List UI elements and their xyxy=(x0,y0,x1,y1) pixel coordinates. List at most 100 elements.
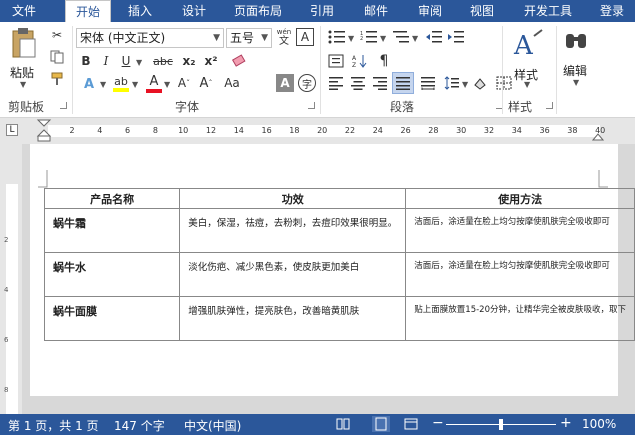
table-row: 蜗牛霜 美白，保湿，祛痘，去粉刺，去痘印效果很明显。 洁面后，涂适量在脸上均匀按… xyxy=(43,208,635,253)
tab-mailings[interactable]: 邮件 xyxy=(356,0,396,22)
underline-button[interactable]: U xyxy=(118,52,134,70)
text-effect-icon[interactable]: A xyxy=(78,74,100,94)
ruler-mark: 38 xyxy=(567,126,578,135)
justify-icon[interactable] xyxy=(392,72,414,94)
styles-launcher-icon[interactable] xyxy=(546,102,553,109)
grow-font-icon[interactable]: Aˆ xyxy=(198,74,214,92)
ruler-mark: 32 xyxy=(483,126,495,135)
tab-view[interactable]: 视图 xyxy=(462,0,502,22)
paste-icon[interactable] xyxy=(8,26,40,62)
zoom-in-button[interactable]: + xyxy=(560,415,572,431)
zoom-out-button[interactable]: − xyxy=(432,415,444,431)
zoom-slider-thumb[interactable] xyxy=(499,419,503,430)
increase-indent-icon[interactable] xyxy=(446,28,466,46)
tab-insert[interactable]: 插入 xyxy=(120,0,160,22)
clear-format-icon[interactable] xyxy=(230,52,248,70)
tab-review[interactable]: 审阅 xyxy=(410,0,450,22)
char-border-icon[interactable]: A xyxy=(296,28,314,46)
phonetic-guide-icon[interactable]: wén 文 xyxy=(275,26,293,48)
font-color-dropdown-icon[interactable]: ▼ xyxy=(164,80,170,89)
underline-dropdown-icon[interactable]: ▼ xyxy=(136,58,142,67)
table-cell[interactable]: 淡化伤疤、减少黑色素，使皮肤更加美白 xyxy=(179,252,407,297)
paste-button[interactable]: 粘贴 xyxy=(10,64,34,81)
styles-dropdown-icon[interactable]: ▼ xyxy=(524,80,530,89)
copy-icon[interactable] xyxy=(48,48,66,66)
language-status[interactable]: 中文(中国) xyxy=(184,417,241,434)
indent-marker-icon[interactable] xyxy=(36,118,52,144)
superscript-button[interactable]: x² xyxy=(202,52,220,70)
align-center-icon[interactable] xyxy=(348,74,368,92)
highlight-icon[interactable]: ab xyxy=(110,72,132,94)
header-usage[interactable]: 使用方法 xyxy=(405,188,635,209)
show-marks-icon[interactable]: ¶ xyxy=(374,52,394,70)
table-cell[interactable]: 增强肌肤弹性，提亮肤色，改善暗黄肌肤 xyxy=(179,296,407,341)
tab-signin[interactable]: 登录 xyxy=(592,0,632,22)
multilevel-dropdown-icon[interactable]: ▼ xyxy=(412,34,418,43)
page-count[interactable]: 第 1 页，共 1 页 xyxy=(8,417,99,434)
bold-button[interactable]: B xyxy=(78,52,94,70)
ruler-mark: 24 xyxy=(372,126,383,135)
zoom-level[interactable]: 100% xyxy=(582,417,616,431)
line-spacing-icon[interactable] xyxy=(442,74,462,92)
web-layout-icon[interactable] xyxy=(404,417,418,431)
table-cell[interactable]: 洁面后，涂适量在脸上均匀按摩使肌肤完全吸收即可 xyxy=(405,208,635,253)
tab-design[interactable]: 设计 xyxy=(174,0,214,22)
binoculars-icon[interactable] xyxy=(562,26,590,54)
table-cell[interactable]: 蜗牛水 xyxy=(43,252,181,297)
font-launcher-icon[interactable] xyxy=(308,102,315,109)
print-layout-icon[interactable] xyxy=(372,416,390,432)
word-count[interactable]: 147 个字 xyxy=(114,417,165,434)
header-product-name[interactable]: 产品名称 xyxy=(43,188,181,209)
multilevel-list-icon[interactable] xyxy=(390,28,412,46)
table-cell[interactable]: 蜗牛霜 xyxy=(43,208,181,253)
bullets-dropdown-icon[interactable]: ▼ xyxy=(348,34,354,43)
format-painter-icon[interactable] xyxy=(48,70,66,88)
clipboard-launcher-icon[interactable] xyxy=(60,102,67,109)
chinese-layout-icon[interactable] xyxy=(326,52,346,70)
editing-button[interactable]: 编辑 xyxy=(563,62,587,79)
enclose-char-icon[interactable]: 字 xyxy=(298,74,316,92)
numbering-icon[interactable]: 12 xyxy=(358,28,380,46)
bullets-icon[interactable] xyxy=(326,28,348,46)
table-cell[interactable]: 美白，保湿，祛痘，去粉刺，去痘印效果很明显。 xyxy=(179,208,407,253)
subscript-button[interactable]: x₂ xyxy=(180,52,198,70)
paste-dropdown-icon[interactable]: ▼ xyxy=(20,80,26,89)
tab-stop-selector-icon[interactable]: L xyxy=(6,124,18,136)
strikethrough-button[interactable]: abc xyxy=(150,52,176,70)
numbering-dropdown-icon[interactable]: ▼ xyxy=(380,34,386,43)
align-left-icon[interactable] xyxy=(326,74,346,92)
char-shading-icon[interactable]: A xyxy=(276,74,294,92)
product-table[interactable]: 产品名称 功效 使用方法 蜗牛霜 美白，保湿，祛痘，去粉刺，去痘印效果很明显。 … xyxy=(43,188,635,341)
text-effect-dropdown-icon[interactable]: ▼ xyxy=(100,80,106,89)
align-right-icon[interactable] xyxy=(370,74,390,92)
sort-icon[interactable]: AZ xyxy=(350,52,370,70)
shrink-font-icon[interactable]: Aˇ xyxy=(176,74,192,92)
highlight-dropdown-icon[interactable]: ▼ xyxy=(132,80,138,89)
table-cell[interactable]: 洁面后，涂适量在脸上均匀按摩使肌肤完全吸收即可 xyxy=(405,252,635,297)
tab-references[interactable]: 引用 xyxy=(302,0,342,22)
distributed-icon[interactable] xyxy=(418,74,438,92)
shading-icon[interactable] xyxy=(470,74,490,92)
decrease-indent-icon[interactable] xyxy=(424,28,444,46)
cut-icon[interactable]: ✂ xyxy=(48,26,66,44)
borders-icon[interactable] xyxy=(494,74,514,92)
font-name-select[interactable]: 宋体 (中文正文) ▼ xyxy=(76,28,224,48)
header-effect[interactable]: 功效 xyxy=(179,188,407,209)
styles-icon[interactable]: A xyxy=(510,26,546,62)
read-mode-icon[interactable] xyxy=(336,417,350,431)
tab-file[interactable]: 文件 xyxy=(0,0,48,22)
editing-dropdown-icon[interactable]: ▼ xyxy=(573,78,579,87)
tab-developer[interactable]: 开发工具 xyxy=(516,0,580,22)
table-cell[interactable]: 蜗牛面膜 xyxy=(43,296,181,341)
vruler-mark: 6 xyxy=(4,336,9,344)
ribbon: 粘贴 ▼ ✂ 剪贴板 宋体 (中文正文) ▼ 五号 ▼ wén 文 A B I U ▼… xyxy=(0,22,635,118)
tab-home[interactable]: 开始 xyxy=(65,0,111,22)
italic-button[interactable]: I xyxy=(98,52,114,70)
change-case-icon[interactable]: Aa xyxy=(224,74,240,92)
font-color-icon[interactable]: A xyxy=(144,72,164,94)
font-size-select[interactable]: 五号 ▼ xyxy=(226,28,272,48)
right-indent-marker-icon[interactable] xyxy=(592,128,604,142)
tab-layout[interactable]: 页面布局 xyxy=(228,0,288,22)
line-spacing-dropdown-icon[interactable]: ▼ xyxy=(462,80,468,89)
table-cell[interactable]: 贴上面膜放置15-20分钟，让精华完全被皮肤吸收，取下 xyxy=(405,296,635,341)
